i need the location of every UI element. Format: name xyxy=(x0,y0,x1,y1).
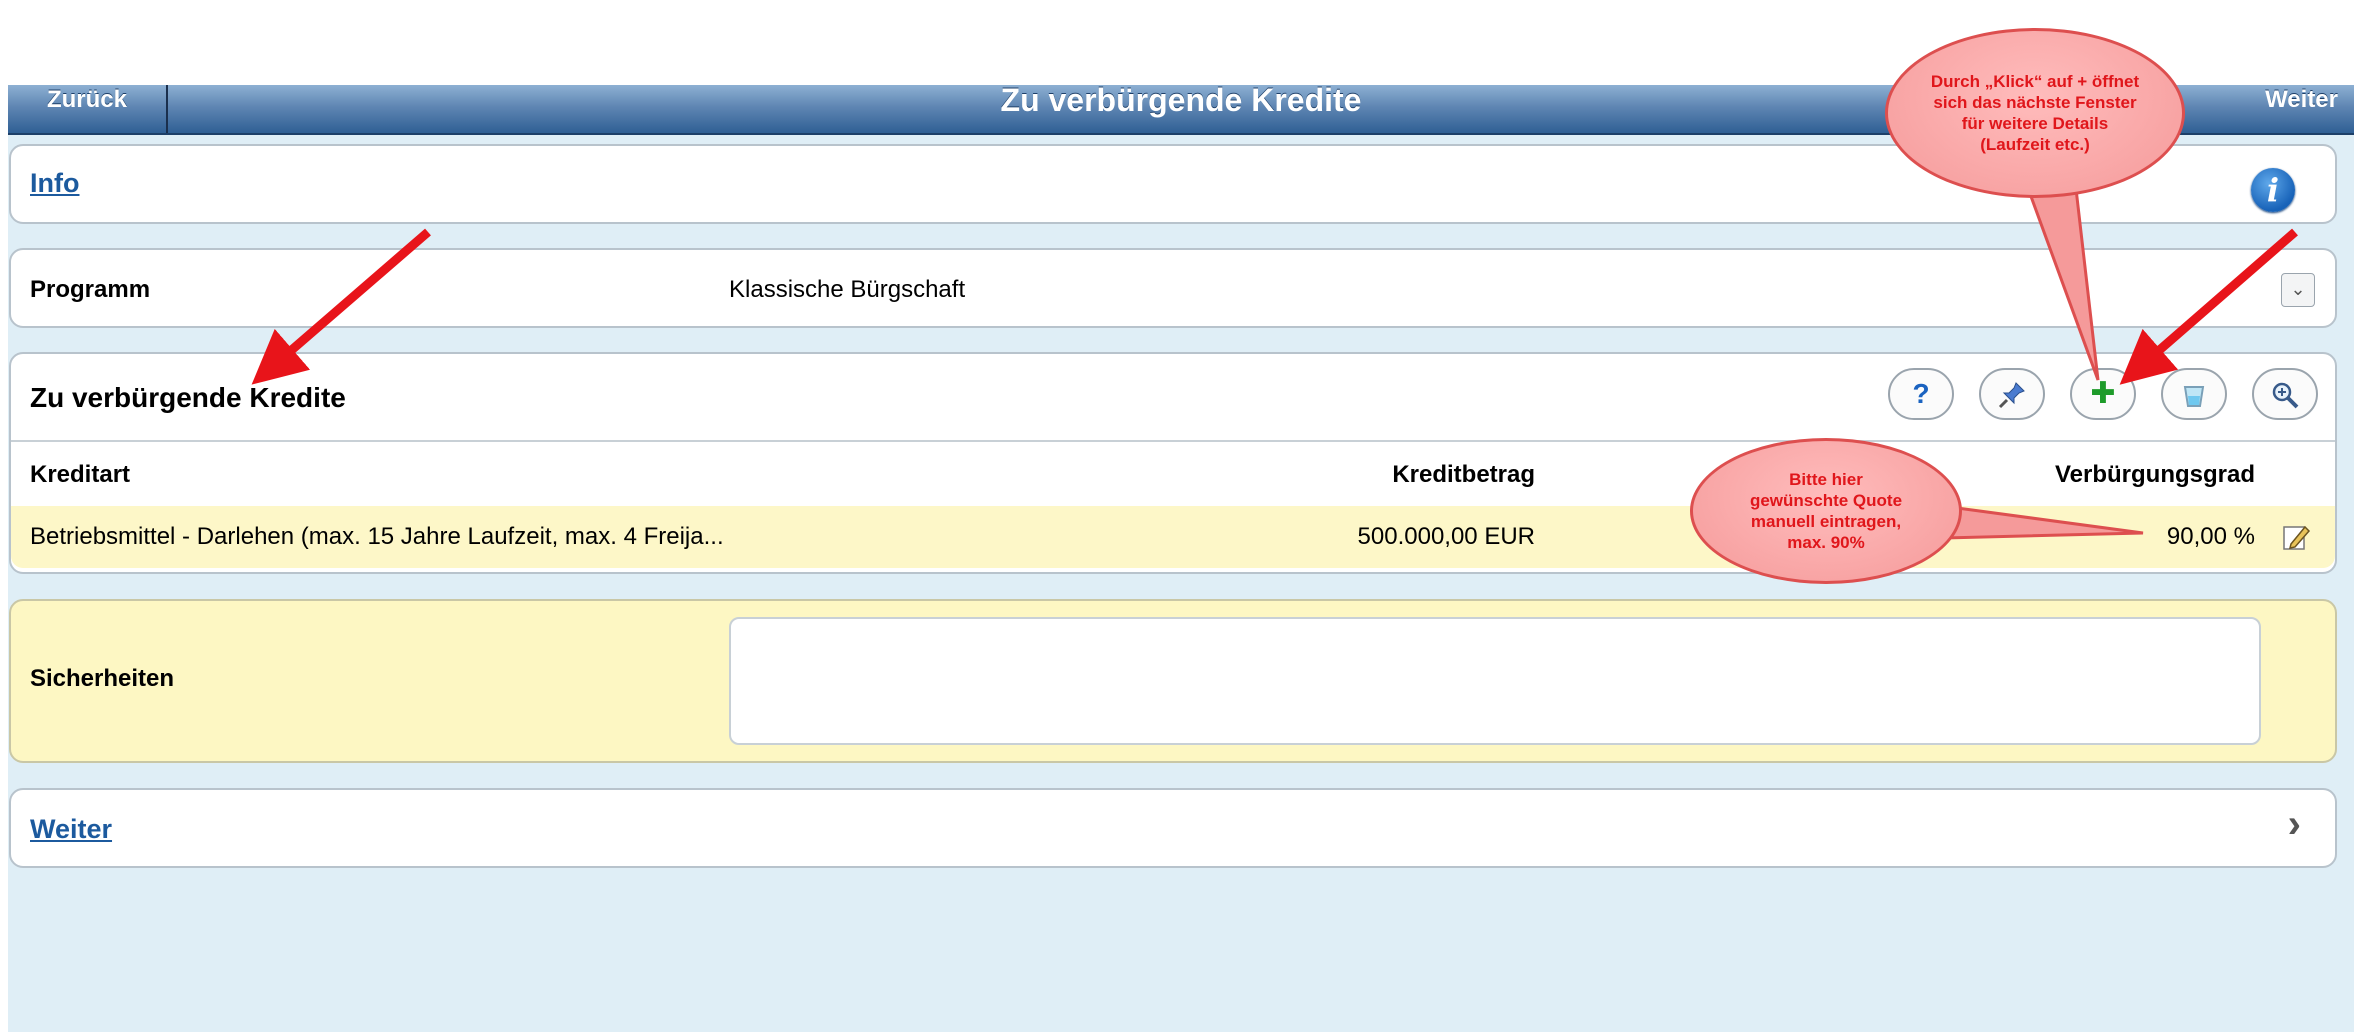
cell-kreditart: Betriebsmittel - Darlehen (max. 15 Jahre… xyxy=(30,523,724,550)
zoom-button[interactable] xyxy=(2252,368,2318,420)
programm-label: Programm xyxy=(30,276,151,303)
pin-icon xyxy=(1998,382,2025,409)
credits-table-header: Kreditart Kreditbetrag Verbürgungsgrad xyxy=(11,440,2335,510)
sicherheiten-panel: Sicherheiten xyxy=(9,599,2337,763)
column-header-verbuergungsgrad: Verbürgungsgrad xyxy=(2054,461,2255,488)
add-credit-button[interactable]: ✚ xyxy=(2070,368,2136,420)
cell-verbuergungsgrad[interactable]: 90,00 % xyxy=(2167,506,2255,568)
credits-section-title: Zu verbürgende Kredite xyxy=(30,382,346,413)
programm-panel: Programm Klassische Bürgschaft ⌄ xyxy=(9,248,2337,328)
plus-icon: ✚ xyxy=(2090,377,2116,410)
programm-value[interactable]: Klassische Bürgschaft xyxy=(729,276,965,304)
question-mark-icon: ? xyxy=(1912,378,1930,409)
credits-panel: Zu verbürgende Kredite ? ✚ Kreditart Kre… xyxy=(9,352,2337,574)
delete-button[interactable] xyxy=(2161,368,2227,420)
column-header-kreditbetrag: Kreditbetrag xyxy=(1392,461,1535,488)
pin-button[interactable] xyxy=(1979,368,2045,420)
column-header-kreditart: Kreditart xyxy=(30,461,131,488)
magnifier-icon xyxy=(2272,382,2299,409)
info-link[interactable]: Info xyxy=(30,168,79,199)
chevron-down-icon[interactable]: ⌄ xyxy=(2281,273,2315,307)
info-icon[interactable]: i xyxy=(2251,168,2295,212)
help-button[interactable]: ? xyxy=(1888,368,1954,420)
plus-hint-callout: Durch „Klick“ auf + öffnet sich das näch… xyxy=(1885,28,2185,198)
chevron-right-icon[interactable]: › xyxy=(2288,802,2301,847)
cell-kreditbetrag: 500.000,00 EUR xyxy=(1357,523,1535,550)
sicherheiten-label: Sicherheiten xyxy=(30,665,175,692)
edit-icon[interactable] xyxy=(2281,522,2311,552)
table-row[interactable]: Betriebsmittel - Darlehen (max. 15 Jahre… xyxy=(11,506,2335,568)
trash-icon xyxy=(2183,386,2205,407)
weiter-panel[interactable]: Weiter › xyxy=(9,788,2337,868)
next-button[interactable]: Weiter xyxy=(2265,85,2338,115)
weiter-link[interactable]: Weiter xyxy=(30,814,112,845)
sicherheiten-input[interactable] xyxy=(729,617,2261,745)
quote-hint-callout: Bitte hier gewünschte Quote manuell eint… xyxy=(1690,438,1962,584)
